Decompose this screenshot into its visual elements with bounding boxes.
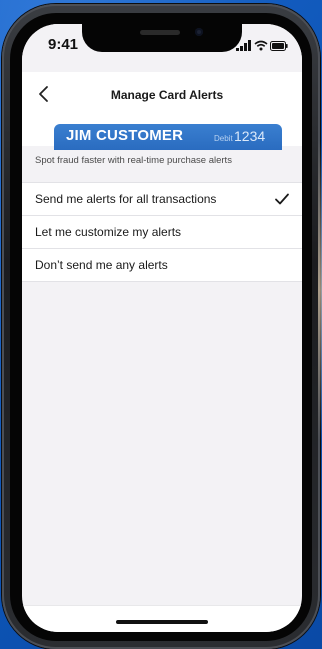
front-camera bbox=[195, 28, 203, 36]
side-reflection bbox=[318, 140, 322, 440]
navigation-bar: Manage Card Alerts bbox=[22, 72, 302, 116]
bottom-area bbox=[22, 605, 302, 632]
notch bbox=[82, 24, 242, 52]
alerts-subtitle: Spot fraud faster with real-time purchas… bbox=[35, 155, 232, 166]
wifi-icon bbox=[254, 40, 268, 51]
speaker-grille bbox=[140, 30, 180, 35]
chevron-left-icon bbox=[39, 86, 48, 102]
option-label: Let me customize my alerts bbox=[35, 225, 182, 239]
option-label: Send me alerts for all transactions bbox=[35, 192, 217, 206]
status-time: 9:41 bbox=[48, 36, 79, 53]
option-customize-alerts[interactable]: Let me customize my alerts bbox=[22, 216, 302, 249]
status-icons bbox=[236, 40, 288, 52]
option-no-alerts[interactable]: Don’t send me any alerts bbox=[22, 249, 302, 282]
phone-screen: 9:41 Manage Card Alerts JIM CUSTOMER Deb… bbox=[22, 24, 302, 632]
back-button[interactable] bbox=[30, 80, 58, 108]
page-title: Manage Card Alerts bbox=[110, 88, 224, 102]
signal-icon bbox=[236, 40, 251, 51]
battery-icon bbox=[270, 41, 288, 51]
card-banner: JIM CUSTOMER Debit 1234 bbox=[22, 116, 302, 150]
option-label: Don’t send me any alerts bbox=[35, 258, 168, 272]
home-indicator[interactable] bbox=[116, 620, 208, 624]
status-bar: 9:41 bbox=[22, 24, 302, 64]
debit-card-image: JIM CUSTOMER Debit 1234 bbox=[54, 124, 282, 150]
card-last-digits: 1234 bbox=[234, 128, 266, 144]
cardholder-name: JIM CUSTOMER bbox=[66, 127, 184, 144]
option-all-transactions[interactable]: Send me alerts for all transactions bbox=[22, 183, 302, 216]
alert-options-list: Send me alerts for all transactions Let … bbox=[22, 182, 302, 282]
card-type-label: Debit bbox=[214, 134, 233, 143]
checkmark-icon bbox=[275, 193, 289, 205]
